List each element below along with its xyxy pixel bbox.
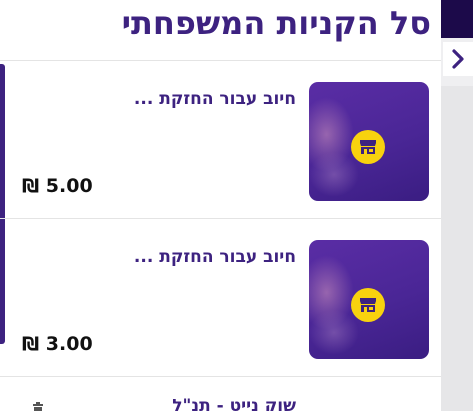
item-price: 3.00 ₪ xyxy=(22,333,93,355)
cart-panel: סל הקניות המשפחתי חיוב עבור החזקת ... 5.… xyxy=(0,0,441,411)
back-button[interactable] xyxy=(443,42,473,76)
list-item[interactable]: חיוב עבור החזקת ... 3.00 ₪ xyxy=(0,219,441,377)
item-title: שוק נייט - תנ"ל xyxy=(172,396,296,411)
header: סל הקניות המשפחתי xyxy=(0,0,441,61)
side-panel xyxy=(441,86,473,411)
page-title: סל הקניות המשפחתי xyxy=(121,4,431,42)
store-icon xyxy=(351,130,385,164)
store-icon xyxy=(351,288,385,322)
delete-icon[interactable] xyxy=(30,402,46,411)
item-thumbnail xyxy=(309,82,429,201)
item-list: חיוב עבור החזקת ... 5.00 ₪ חיוב עבור החז… xyxy=(0,61,441,377)
item-title: חיוב עבור החזקת ... xyxy=(133,247,296,267)
list-item[interactable]: שוק נייט - תנ"ל xyxy=(0,376,441,411)
side-header xyxy=(441,0,473,38)
list-item[interactable]: חיוב עבור החזקת ... 5.00 ₪ xyxy=(0,61,441,219)
item-price: 5.00 ₪ xyxy=(22,175,93,197)
chevron-right-icon xyxy=(452,49,464,69)
item-title: חיוב עבור החזקת ... xyxy=(133,89,296,109)
item-thumbnail xyxy=(309,240,429,359)
